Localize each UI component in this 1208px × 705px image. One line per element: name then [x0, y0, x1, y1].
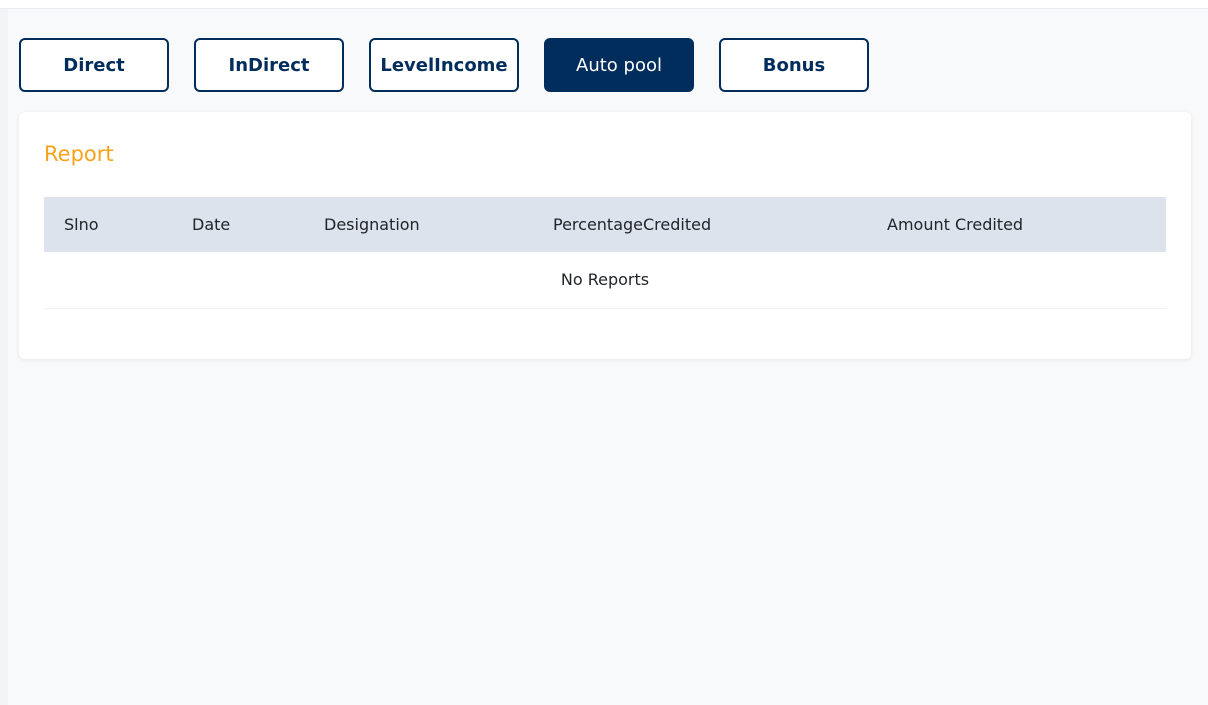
empty-message: No Reports [560, 270, 650, 289]
column-header-designation: Designation [324, 215, 420, 234]
tab-indirect[interactable]: InDirect [194, 38, 344, 92]
tab-direct[interactable]: Direct [19, 38, 169, 92]
column-header-slno: Slno [64, 215, 99, 234]
sidebar-edge [0, 9, 8, 705]
column-header-date: Date [192, 215, 231, 234]
top-bar [0, 0, 1208, 9]
report-card: Report Slno Date Designation PercentageC… [19, 112, 1191, 359]
table-row-empty: No Reports [44, 252, 1166, 309]
column-header-percentage-credited: PercentageCredited [553, 215, 712, 234]
tab-bonus[interactable]: Bonus [719, 38, 869, 92]
table-header: Slno Date Designation PercentageCredited… [44, 197, 1166, 252]
column-header-amount-credited: Amount Credited [887, 215, 1024, 234]
report-title: Report [44, 142, 114, 166]
tab-level-income[interactable]: LevelIncome [369, 38, 519, 92]
tab-auto-pool[interactable]: Auto pool [544, 38, 694, 92]
